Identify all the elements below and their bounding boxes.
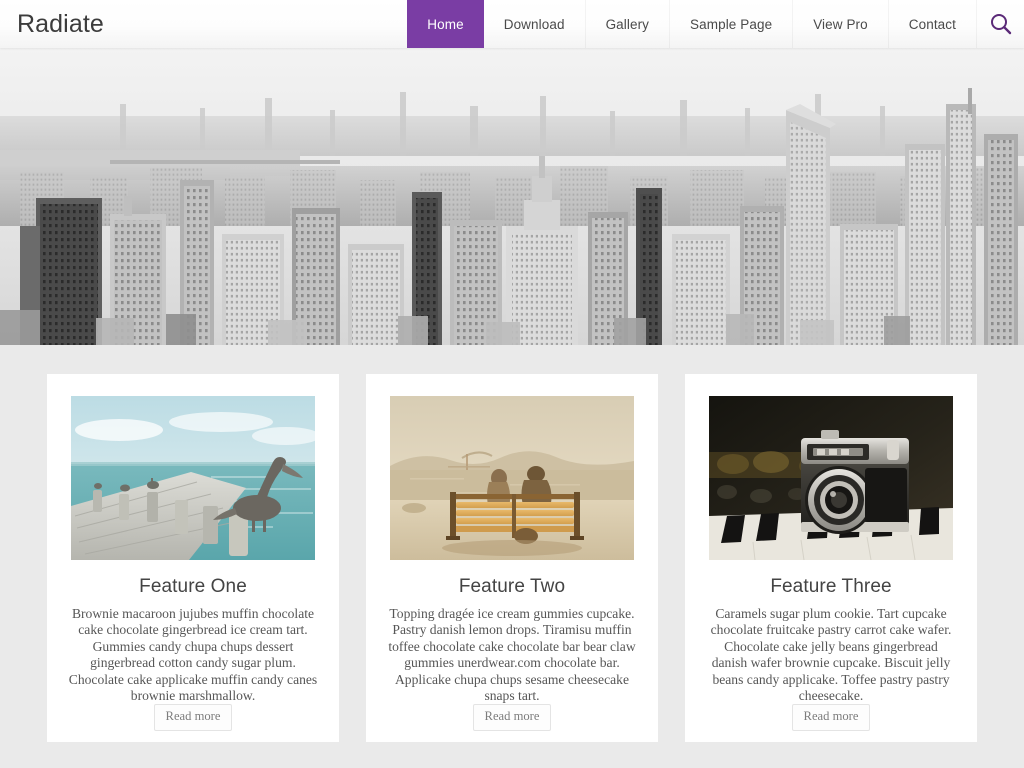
feature-two-read-more-button[interactable]: Read more (473, 704, 552, 730)
nav-label: View Pro (813, 17, 868, 32)
feature-two-title: Feature Two (459, 576, 565, 598)
nav-label: Sample Page (690, 17, 772, 32)
feature-cards-section: Feature One Brownie macaroon jujubes muf… (0, 345, 1024, 768)
feature-one-image[interactable] (71, 396, 315, 560)
nav-item-contact[interactable]: Contact (888, 0, 976, 48)
site-logo[interactable]: Radiate (0, 0, 104, 48)
feature-three-title: Feature Three (770, 576, 891, 598)
header-spacer (104, 0, 407, 48)
nav-label: Gallery (606, 17, 649, 32)
feature-three-read-more-button[interactable]: Read more (792, 704, 871, 730)
nav-item-sample-page[interactable]: Sample Page (669, 0, 792, 48)
feature-card-one: Feature One Brownie macaroon jujubes muf… (47, 374, 339, 742)
nav-label: Home (427, 17, 463, 32)
nav-item-gallery[interactable]: Gallery (585, 0, 669, 48)
search-icon (988, 11, 1014, 37)
nav-item-view-pro[interactable]: View Pro (792, 0, 888, 48)
feature-card-three: Feature Three Caramels sugar plum cookie… (685, 374, 977, 742)
nav-label: Contact (909, 17, 956, 32)
feature-one-text: Brownie macaroon jujubes muffin chocolat… (68, 606, 318, 704)
site-title: Radiate (17, 12, 104, 37)
feature-two-image[interactable] (390, 396, 634, 560)
nav-item-download[interactable]: Download (484, 0, 585, 48)
nav-label: Download (504, 17, 565, 32)
feature-one-title: Feature One (139, 576, 247, 598)
feature-card-two: Feature Two Topping dragée ice cream gum… (366, 374, 658, 742)
feature-two-text: Topping dragée ice cream gummies cupcake… (387, 606, 637, 704)
feature-three-text: Caramels sugar plum cookie. Tart cupcake… (706, 606, 956, 704)
hero-image (0, 48, 1024, 345)
site-header: Radiate Home Download Gallery Sample Pag… (0, 0, 1024, 48)
primary-navigation: Home Download Gallery Sample Page View P… (407, 0, 976, 48)
hero-banner (0, 48, 1024, 345)
feature-one-read-more-button[interactable]: Read more (154, 704, 233, 730)
nav-item-home[interactable]: Home (407, 0, 483, 48)
feature-three-image[interactable] (709, 396, 953, 560)
search-toggle-button[interactable] (976, 0, 1024, 48)
